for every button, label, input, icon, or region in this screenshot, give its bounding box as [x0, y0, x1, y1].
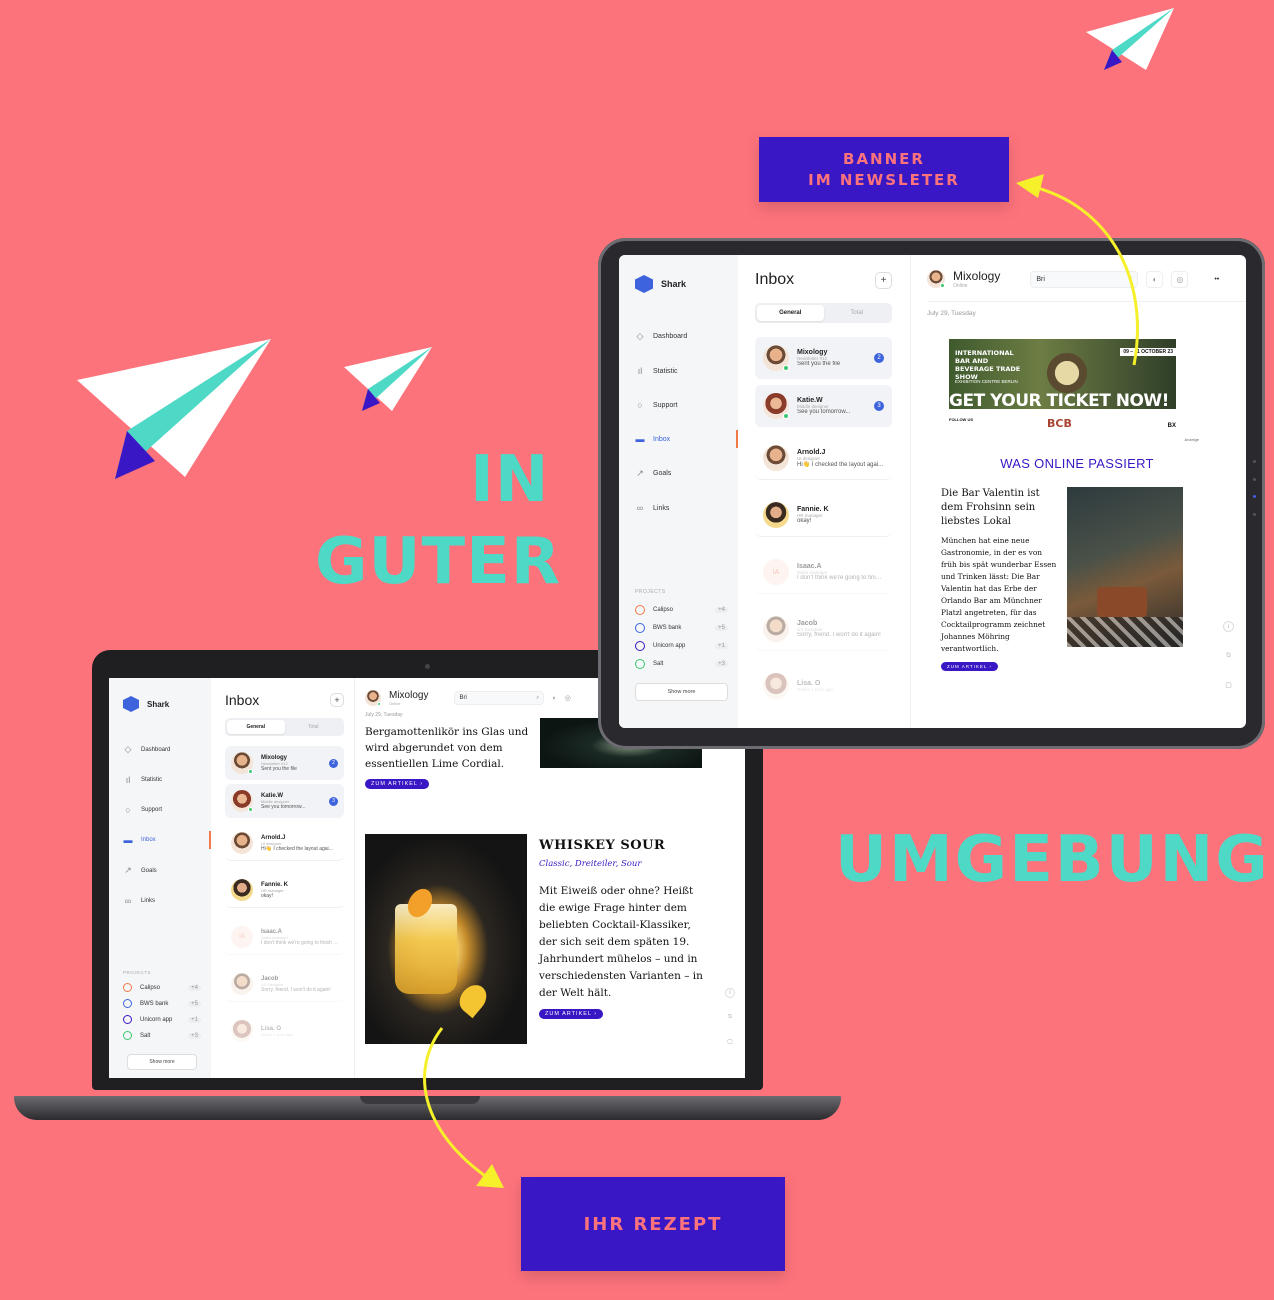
arrow-head-banner-icon — [1016, 174, 1044, 198]
arrow-head-recipe-icon — [476, 1164, 504, 1188]
arrow-to-recipe — [423, 1027, 489, 1180]
annotation-arrows — [423, 174, 1139, 1188]
arrow-to-banner — [1029, 184, 1139, 366]
